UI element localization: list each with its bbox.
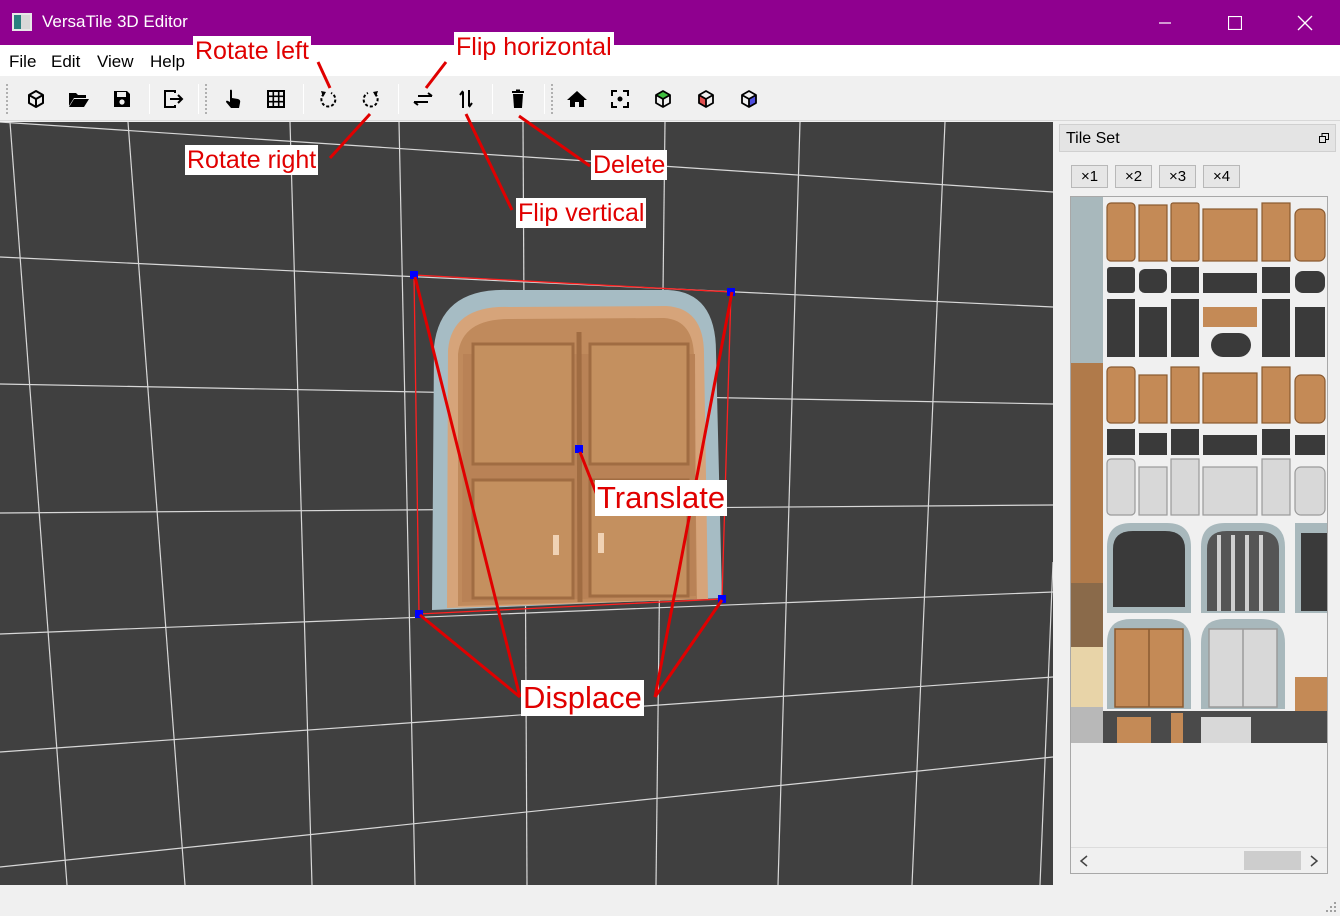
home-icon	[567, 91, 587, 107]
zoom-x3-button[interactable]: ×3	[1159, 165, 1196, 188]
menu-help[interactable]: Help	[150, 52, 185, 72]
menu-file[interactable]: File	[9, 52, 36, 72]
displace-handle-top-right[interactable]	[727, 288, 735, 296]
flip-vertical-button[interactable]	[451, 84, 481, 114]
export-icon	[164, 90, 184, 108]
app-window: VersaTile 3D Editor File Edit View Help	[0, 0, 1340, 916]
grid-tool-button[interactable]	[261, 84, 291, 114]
toolbar-separator	[149, 84, 150, 114]
displace-handle-bottom-right[interactable]	[718, 595, 726, 603]
callout-flip-vertical: Flip vertical	[516, 198, 647, 228]
export-button[interactable]	[159, 84, 189, 114]
close-icon	[1297, 15, 1313, 30]
resize-grip-icon[interactable]	[1325, 901, 1337, 913]
minimize-button[interactable]	[1130, 0, 1200, 45]
callout-displace: Displace	[521, 680, 644, 716]
panel-title: Tile Set	[1066, 130, 1120, 147]
menu-edit[interactable]: Edit	[51, 52, 80, 72]
translate-handle[interactable]	[575, 445, 583, 453]
displace-handle-bottom-left[interactable]	[415, 610, 423, 618]
save-button[interactable]	[107, 84, 137, 114]
chevron-left-icon	[1079, 854, 1088, 867]
minimize-icon	[1159, 21, 1171, 24]
zoom-x2-button[interactable]: ×2	[1115, 165, 1152, 188]
hand-select-icon	[226, 89, 241, 108]
status-bar	[0, 885, 1340, 916]
toolbar-grip[interactable]	[551, 84, 553, 114]
delete-icon	[512, 89, 524, 108]
panel-header[interactable]: Tile Set	[1059, 124, 1336, 152]
toolbar-separator	[303, 84, 304, 114]
flip-horizontal-icon	[413, 92, 433, 106]
rotate-right-icon	[362, 91, 379, 108]
callout-rotate-left: Rotate left	[193, 36, 311, 66]
toolbar-separator	[544, 84, 545, 114]
toolbar-separator	[198, 84, 199, 114]
rotate-left-button[interactable]	[313, 84, 343, 114]
callout-rotate-right: Rotate right	[185, 145, 319, 175]
chevron-right-icon	[1310, 854, 1319, 867]
view-front-button[interactable]	[691, 84, 721, 114]
delete-button[interactable]	[503, 84, 533, 114]
menu-view[interactable]: View	[97, 52, 134, 72]
tileset-image[interactable]	[1071, 197, 1327, 743]
grid-icon	[267, 90, 285, 108]
scroll-right-button[interactable]	[1301, 848, 1327, 873]
view-side-button[interactable]	[734, 84, 764, 114]
rotate-left-icon	[320, 91, 337, 108]
window-title: VersaTile 3D Editor	[42, 12, 188, 31]
tileset-view[interactable]	[1070, 196, 1328, 874]
open-button[interactable]	[64, 84, 94, 114]
tile-set-panel: Tile Set ×1 ×2 ×3 ×4	[1056, 122, 1340, 892]
app-icon	[12, 13, 32, 31]
view-top-button[interactable]	[648, 84, 678, 114]
scroll-left-button[interactable]	[1071, 848, 1097, 873]
save-icon	[114, 91, 130, 107]
horizontal-scrollbar[interactable]	[1071, 847, 1327, 873]
toolbar	[0, 76, 1340, 121]
displace-handle-top-left[interactable]	[410, 271, 418, 279]
maximize-icon	[1228, 15, 1242, 30]
toolbar-separator	[492, 84, 493, 114]
cube-red-icon	[698, 90, 714, 108]
callout-delete: Delete	[591, 150, 668, 180]
scrollbar-thumb[interactable]	[1244, 851, 1301, 870]
maximize-button[interactable]	[1200, 0, 1270, 45]
toolbar-grip[interactable]	[6, 84, 8, 114]
open-folder-icon	[69, 93, 89, 107]
home-view-button[interactable]	[562, 84, 592, 114]
flip-horizontal-button[interactable]	[408, 84, 438, 114]
cube-blue-icon	[741, 90, 757, 108]
center-view-icon	[611, 90, 629, 108]
toolbar-grip[interactable]	[205, 84, 207, 114]
new-button[interactable]	[21, 84, 51, 114]
close-button[interactable]	[1270, 0, 1340, 45]
flip-vertical-icon	[459, 90, 473, 108]
center-view-button[interactable]	[605, 84, 635, 114]
cube-green-icon	[655, 90, 671, 108]
callout-translate: Translate	[595, 480, 728, 516]
new-icon	[28, 90, 44, 108]
3d-viewport[interactable]	[0, 122, 1053, 885]
callout-flip-horizontal: Flip horizontal	[454, 32, 614, 62]
select-tool-button[interactable]	[218, 84, 248, 114]
toolbar-separator	[398, 84, 399, 114]
zoom-x4-button[interactable]: ×4	[1203, 165, 1240, 188]
zoom-x1-button[interactable]: ×1	[1071, 165, 1108, 188]
viewport-canvas[interactable]	[0, 122, 1053, 885]
undock-icon[interactable]	[1319, 133, 1329, 143]
rotate-right-button[interactable]	[356, 84, 386, 114]
